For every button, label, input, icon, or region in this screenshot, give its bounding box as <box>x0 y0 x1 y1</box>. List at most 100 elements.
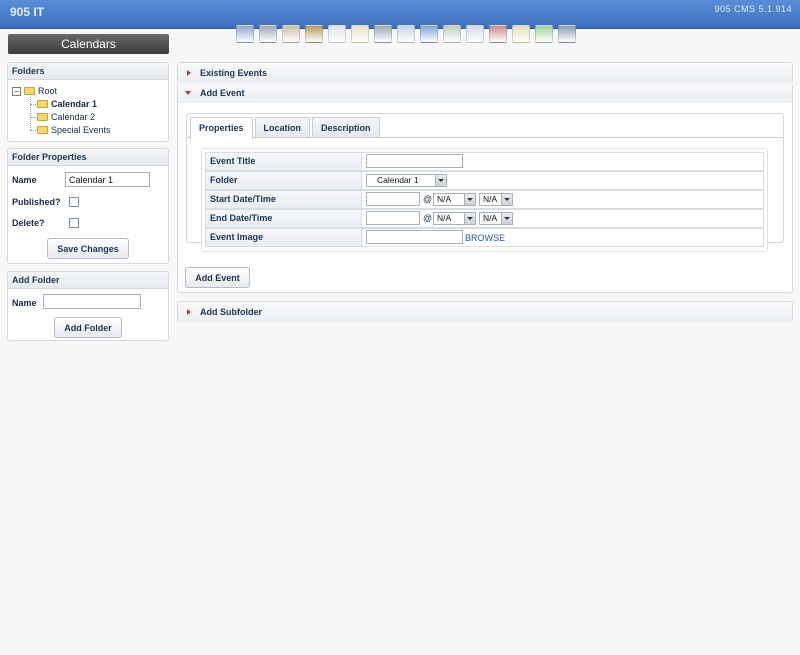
folder-icon <box>37 100 48 108</box>
folder-properties-panel: Folder Properties Name Published? Delete… <box>7 148 169 264</box>
expand-arrow-icon <box>187 70 191 76</box>
page-title: Calendars <box>8 34 169 54</box>
add-folder-button[interactable]: Add Folder <box>54 317 122 338</box>
start-date-input[interactable] <box>366 192 420 206</box>
add-event-section: Add Event Properties Location Descriptio… <box>177 83 793 293</box>
existing-events-label: Existing Events <box>200 68 268 78</box>
name-label: Name <box>12 175 37 185</box>
add-subfolder-section: Add Subfolder <box>177 301 793 322</box>
tree-item-calendar-1[interactable]: Calendar 1 <box>37 98 97 110</box>
collapse-icon[interactable]: − <box>12 86 21 96</box>
folder-select[interactable]: Calendar 1 <box>366 174 447 187</box>
chevron-down-icon <box>435 175 446 186</box>
at-symbol: @ <box>423 213 433 223</box>
calendar-icon[interactable] <box>512 25 530 43</box>
chevron-down-icon <box>501 213 512 224</box>
main-toolbar <box>236 21 581 43</box>
start-minute-select[interactable]: N/A <box>479 193 513 206</box>
published-label: Published? <box>12 197 61 207</box>
tab-strip: Properties Location Description <box>190 117 382 139</box>
check-doc-icon[interactable] <box>443 25 461 43</box>
tree-item-label: Calendar 2 <box>51 112 96 122</box>
add-folder-panel: Add Folder Name Add Folder <box>7 271 169 341</box>
event-title-row: Event Title <box>205 152 764 171</box>
start-minute-value: N/A <box>483 194 498 204</box>
start-datetime-label: Start Date/Time <box>206 191 362 208</box>
add-folder-heading: Add Folder <box>8 272 168 289</box>
start-hour-select[interactable]: N/A <box>433 193 476 206</box>
add-event-button[interactable]: Add Event <box>185 267 250 288</box>
tree-item-label: Special Events <box>51 125 111 135</box>
tree-item-label: Calendar 1 <box>51 99 98 109</box>
database-icon[interactable] <box>374 25 392 43</box>
save-changes-button[interactable]: Save Changes <box>47 238 129 259</box>
tree-root-label: Root <box>38 86 58 96</box>
edit-pencil-icon[interactable] <box>282 25 300 43</box>
event-title-input[interactable] <box>366 154 463 168</box>
folder-icon <box>37 113 48 121</box>
tree-connector <box>30 130 36 131</box>
delete-label: Delete? <box>12 218 45 228</box>
start-datetime-row: Start Date/Time @ N/A N/A <box>205 190 764 209</box>
expand-arrow-icon <box>187 309 191 315</box>
tab-location[interactable]: Location <box>254 117 311 137</box>
add-event-label: Add Event <box>200 88 245 98</box>
end-date-input[interactable] <box>366 211 420 225</box>
folder-properties-heading: Folder Properties <box>8 149 168 166</box>
existing-events-section: Existing Events <box>177 62 793 83</box>
event-title-label: Event Title <box>206 153 362 170</box>
add-image-icon[interactable] <box>305 25 323 43</box>
end-minute-value: N/A <box>483 213 498 223</box>
tree-item-special-events[interactable]: Special Events <box>37 124 111 136</box>
delete-checkbox[interactable] <box>69 218 79 228</box>
add-event-header[interactable]: Add Event <box>178 83 792 103</box>
add-subfolder-label: Add Subfolder <box>200 307 262 317</box>
form-icon[interactable] <box>466 25 484 43</box>
stats-icon[interactable] <box>236 25 254 43</box>
event-image-input[interactable] <box>366 230 463 244</box>
end-hour-value: N/A <box>437 213 452 223</box>
chevron-down-icon <box>464 213 475 224</box>
folder-icon <box>37 126 48 134</box>
tab-properties[interactable]: Properties <box>190 117 253 139</box>
event-properties-form: Event Title Folder Calendar 1 Start Date… <box>201 148 768 252</box>
contact-icon[interactable] <box>420 25 438 43</box>
folder-name-input[interactable] <box>65 172 150 187</box>
tree-connector <box>30 117 36 118</box>
end-minute-select[interactable]: N/A <box>479 212 513 225</box>
chevron-down-icon <box>501 194 512 205</box>
folder-select-value: Calendar 1 <box>377 175 419 185</box>
users-icon[interactable] <box>259 25 277 43</box>
end-datetime-row: End Date/Time @ N/A N/A <box>205 209 764 228</box>
version-label: 905 CMS 5.1.914 <box>714 4 792 14</box>
tools-icon[interactable] <box>489 25 507 43</box>
tree-root[interactable]: − Root <box>12 85 57 97</box>
folders-heading: Folders <box>8 63 168 80</box>
event-tabs-panel: Properties Location Description Event Ti… <box>186 113 784 252</box>
at-symbol: @ <box>423 194 433 204</box>
font-icon[interactable] <box>328 25 346 43</box>
published-checkbox[interactable] <box>69 197 79 207</box>
collapse-arrow-icon <box>185 91 191 95</box>
new-folder-name-input[interactable] <box>43 294 141 309</box>
start-hour-value: N/A <box>437 194 452 204</box>
mail-icon[interactable] <box>351 25 369 43</box>
folder-row: Folder Calendar 1 <box>205 171 764 190</box>
name-label: Name <box>12 298 37 308</box>
folder-icon <box>24 87 35 95</box>
end-datetime-label: End Date/Time <box>206 210 362 227</box>
phone-icon[interactable] <box>535 25 553 43</box>
list-icon[interactable] <box>397 25 415 43</box>
logout-icon[interactable] <box>558 25 576 43</box>
tree-item-calendar-2[interactable]: Calendar 2 <box>37 111 95 123</box>
browse-link[interactable]: BROWSE <box>465 233 505 243</box>
tab-description[interactable]: Description <box>312 117 380 137</box>
end-hour-select[interactable]: N/A <box>433 212 476 225</box>
event-image-label: Event Image <box>206 229 362 246</box>
event-image-row: Event Image BROWSE <box>205 228 764 247</box>
add-subfolder-header[interactable]: Add Subfolder <box>178 302 792 322</box>
brand-name: 905 IT <box>10 5 45 19</box>
tree-connector <box>30 97 31 130</box>
existing-events-header[interactable]: Existing Events <box>178 63 792 83</box>
folder-label: Folder <box>206 172 362 189</box>
